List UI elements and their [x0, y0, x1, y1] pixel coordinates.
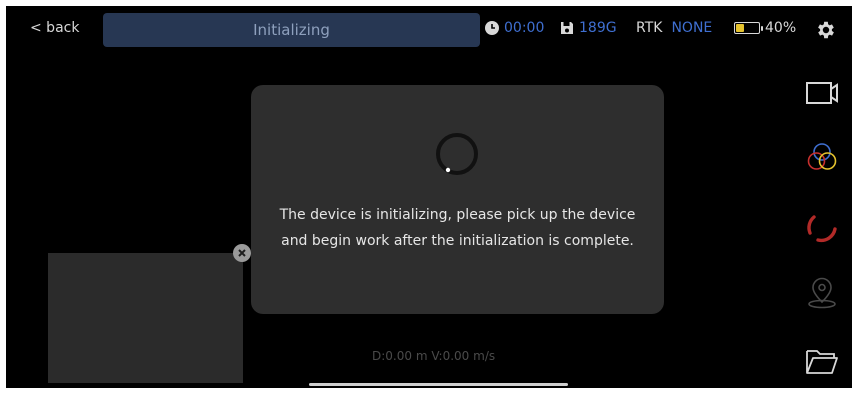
- initializing-dialog: The device is initializing, please pick …: [251, 85, 664, 314]
- top-bar: < back Initializing 00:00 189G RTK NONE: [6, 6, 852, 56]
- back-button[interactable]: < back: [30, 20, 79, 36]
- clock-icon: [485, 21, 499, 35]
- storage-value: 189G: [579, 20, 617, 36]
- folder-icon[interactable]: [804, 343, 840, 379]
- color-circles-icon[interactable]: [804, 139, 840, 175]
- save-icon: [561, 22, 573, 34]
- loading-spinner-icon: [436, 133, 478, 175]
- video-camera-icon[interactable]: [804, 75, 840, 111]
- rtk-label: RTK: [636, 20, 663, 36]
- storage-readout: 189G: [560, 20, 617, 36]
- battery-percent: 40%: [765, 20, 797, 36]
- rtk-value: NONE: [671, 20, 713, 36]
- distance-velocity-readout: D:0.00 m V:0.00 m/s: [372, 349, 496, 363]
- close-preview-button[interactable]: [233, 244, 251, 262]
- battery-level-fill: [736, 24, 744, 32]
- app-screen: < back Initializing 00:00 189G RTK NONE: [6, 6, 852, 388]
- camera-preview-window[interactable]: [48, 253, 243, 383]
- dialog-message: The device is initializing, please pick …: [279, 207, 636, 249]
- battery-icon: [734, 22, 763, 34]
- timer-value: 00:00: [504, 20, 545, 36]
- home-indicator[interactable]: [309, 383, 568, 386]
- gear-icon[interactable]: [815, 19, 837, 41]
- close-icon: [238, 249, 246, 257]
- lidar-scan-icon[interactable]: [804, 209, 840, 245]
- timer-readout: 00:00: [485, 20, 544, 36]
- status-title: Initializing: [103, 13, 480, 47]
- battery-status: 40%: [734, 20, 796, 36]
- location-pin-icon[interactable]: [804, 275, 840, 311]
- rtk-status: RTK NONE: [636, 20, 712, 36]
